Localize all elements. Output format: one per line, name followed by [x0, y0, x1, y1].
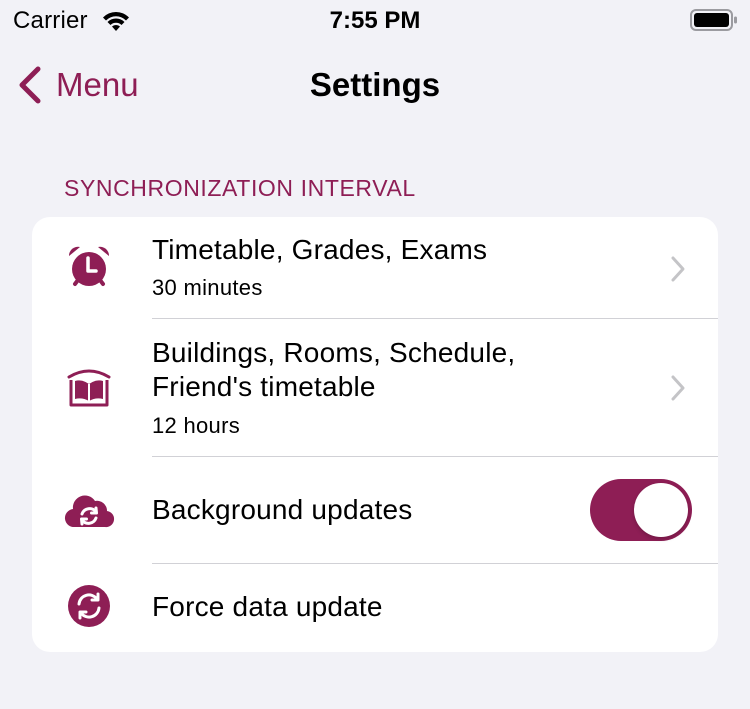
row-title: Timetable, Grades, Exams [152, 234, 488, 265]
settings-group: Timetable, Grades, Exams 30 minutes Buil… [32, 217, 718, 652]
navigation-bar: Menu Settings [0, 50, 750, 120]
row-timetable-grades-exams[interactable]: Timetable, Grades, Exams 30 minutes [32, 217, 718, 318]
background-updates-toggle[interactable] [590, 479, 692, 541]
battery-icon [690, 9, 737, 31]
row-title-line2: Friend's timetable [152, 371, 376, 402]
row-buildings-rooms-schedule[interactable]: Buildings, Rooms, Schedule, Friend's tim… [32, 319, 718, 456]
row-title: Force data update [152, 591, 383, 622]
status-time: 7:55 PM [329, 7, 421, 34]
open-book-icon [67, 369, 111, 407]
row-force-data-update[interactable]: Force data update [32, 564, 718, 652]
page-title: Settings [309, 66, 441, 103]
chevron-right-icon [671, 375, 685, 401]
row-title: Background updates [152, 494, 413, 525]
row-background-updates: Background updates [32, 457, 718, 563]
row-subtitle: 12 hours [152, 413, 241, 438]
row-title-line1: Buildings, Rooms, Schedule, [152, 337, 516, 368]
sync-circle-icon [68, 585, 110, 627]
cloud-sync-icon [64, 495, 115, 528]
chevron-right-icon [671, 256, 685, 282]
toggle-knob [634, 483, 688, 537]
alarm-clock-icon [68, 246, 110, 286]
row-subtitle: 30 minutes [152, 275, 263, 300]
status-bar: Carrier 7:55 PM [0, 0, 750, 40]
section-header: SYNCHRONIZATION INTERVAL [64, 175, 416, 201]
